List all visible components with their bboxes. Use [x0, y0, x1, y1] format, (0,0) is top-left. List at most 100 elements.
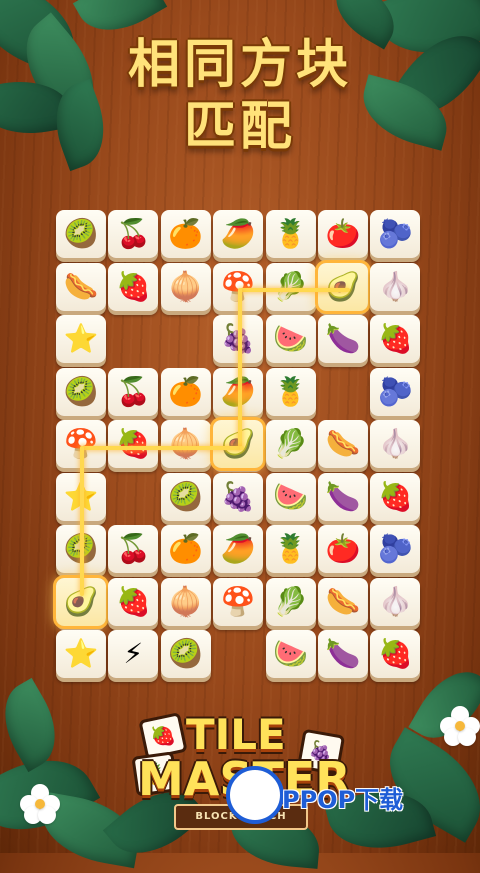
tile-kiwi[interactable]: 🥝 [56, 210, 106, 258]
tile-watermelon[interactable]: 🍉 [265, 630, 316, 678]
strawberry-icon: 🍓 [377, 637, 413, 670]
watermark-logo-icon [226, 766, 284, 824]
tile-mushroom[interactable]: 🍄 [213, 577, 264, 626]
tile-lettuce[interactable]: 🥬 [265, 262, 316, 311]
tile-pineapple[interactable]: 🍍 [265, 525, 316, 573]
tile-grape[interactable]: 🍇 [213, 472, 264, 521]
tile-blueberry[interactable]: 🫐 [370, 210, 421, 258]
tomato-icon: 🍅 [325, 532, 361, 565]
onion-icon: 🧅 [168, 427, 204, 460]
watermelon-icon: 🍉 [273, 322, 309, 355]
cherry-icon: 🍒 [115, 217, 151, 250]
strawberry-icon: 🍓 [115, 427, 151, 460]
papaya-icon: 🥭 [220, 532, 256, 565]
kiwi-icon: 🥝 [63, 374, 99, 408]
lettuce-icon: 🥬 [273, 584, 309, 618]
sausage-icon: 🌭 [325, 584, 361, 618]
strawberry-icon: 🍓 [377, 322, 413, 355]
tile-eggplant[interactable]: 🍆 [318, 472, 368, 521]
tile-strawberry[interactable]: 🍓 [108, 262, 159, 311]
tile-cherry[interactable]: 🍒 [108, 525, 159, 573]
watermelon-icon: 🍉 [273, 637, 309, 670]
tile-starfruit[interactable]: ⭐ [56, 630, 106, 678]
tile-strawberry[interactable]: 🍓 [370, 315, 421, 363]
tile-radish[interactable]: 🧄 [370, 262, 421, 311]
tile-starfruit[interactable]: ⭐ [56, 315, 106, 363]
pineapple-icon: 🍍 [273, 217, 309, 250]
tile-watermelon[interactable]: 🍉 [265, 472, 316, 521]
tile-kiwi[interactable]: 🥝 [160, 630, 211, 678]
strawberry-icon: 🍓 [115, 269, 151, 303]
tile-radish[interactable]: 🧄 [370, 420, 421, 468]
onion-icon: 🧅 [168, 269, 204, 303]
watermelon-icon: 🍉 [273, 479, 309, 513]
tile-tomato[interactable]: 🍅 [318, 210, 368, 258]
orange-icon: 🍊 [168, 374, 204, 408]
tile-avocado[interactable]: 🥑 [318, 262, 368, 311]
pineapple-icon: 🍍 [273, 532, 309, 565]
tile-lettuce[interactable]: 🥬 [265, 577, 316, 626]
pineapple-icon: 🍍 [273, 374, 309, 408]
radish-icon: 🧄 [377, 584, 413, 618]
tile-papaya[interactable]: 🥭 [213, 525, 264, 573]
strawberry-icon: 🍓 [377, 479, 413, 513]
kiwi-icon: 🥝 [168, 479, 204, 513]
tile-strawberry[interactable]: 🍓 [108, 420, 159, 468]
eggplant-icon: 🍆 [325, 322, 361, 355]
grape-icon: 🍇 [220, 479, 256, 513]
flower-decoration-right [440, 706, 480, 746]
match-path-line [240, 288, 350, 292]
tile-sausage[interactable]: 🌭 [318, 420, 368, 468]
tile-onion[interactable]: 🧅 [160, 420, 211, 468]
match-path-line [80, 446, 242, 450]
papaya-icon: 🥭 [220, 217, 256, 250]
match-path-line [240, 446, 244, 450]
tile-eggplant[interactable]: 🍆 [318, 315, 368, 363]
starfruit-icon: ⭐ [63, 322, 99, 355]
flower-decoration-left [20, 784, 60, 824]
tile-tomato[interactable]: 🍅 [318, 525, 368, 573]
tile-eggplant[interactable]: 🍆 [318, 630, 368, 678]
tile-pineapple[interactable]: 🍍 [265, 210, 316, 258]
blueberry-icon: 🫐 [377, 217, 413, 250]
tile-watermelon[interactable]: 🍉 [265, 315, 316, 363]
tile-papaya[interactable]: 🥭 [213, 210, 264, 258]
blueberry-icon: 🫐 [377, 532, 413, 565]
orange-icon: 🍊 [168, 532, 204, 565]
tile-orange[interactable]: 🍊 [160, 210, 211, 258]
sausage-icon: 🌭 [325, 427, 361, 460]
tile-orange[interactable]: 🍊 [160, 367, 211, 416]
tile-kiwi[interactable]: 🥝 [160, 472, 211, 521]
radish-icon: 🧄 [377, 269, 413, 303]
tile-onion[interactable]: 🧅 [160, 262, 211, 311]
tile-pineapple[interactable]: 🍍 [265, 367, 316, 416]
tile-radish[interactable]: 🧄 [370, 577, 421, 626]
sausage-icon: 🌭 [63, 269, 99, 303]
match-path-line [80, 446, 84, 596]
tile-cherry[interactable]: 🍒 [108, 367, 159, 416]
orange-icon: 🍊 [168, 217, 204, 250]
tile-onion[interactable]: 🧅 [160, 577, 211, 626]
tile-strawberry[interactable]: 🍓 [108, 577, 159, 626]
tomato-icon: 🍅 [325, 217, 361, 250]
tile-orange[interactable]: 🍊 [160, 525, 211, 573]
mushroom-icon: 🍄 [220, 584, 256, 618]
onion-icon: 🧅 [168, 584, 204, 618]
strawberry-icon: 🍓 [115, 584, 151, 618]
tile-lettuce[interactable]: 🥬 [265, 420, 316, 468]
lightning-icon: ⚡ [123, 637, 144, 670]
match-path-line [238, 288, 242, 448]
kiwi-icon: 🥝 [63, 217, 99, 250]
watermark-text: PPOP下载 [282, 786, 404, 814]
tile-cherry[interactable]: 🍒 [108, 210, 159, 258]
tile-kiwi[interactable]: 🥝 [56, 367, 106, 416]
tile-sausage[interactable]: 🌭 [56, 262, 106, 311]
tile-strawberry[interactable]: 🍓 [370, 630, 421, 678]
radish-icon: 🧄 [377, 427, 413, 460]
tile-blueberry[interactable]: 🫐 [370, 367, 421, 416]
tile-sausage[interactable]: 🌭 [318, 577, 368, 626]
lettuce-icon: 🥬 [273, 427, 309, 460]
tile-strawberry[interactable]: 🍓 [370, 472, 421, 521]
tile-lightning[interactable]: ⚡ [108, 630, 159, 678]
tile-blueberry[interactable]: 🫐 [370, 525, 421, 573]
